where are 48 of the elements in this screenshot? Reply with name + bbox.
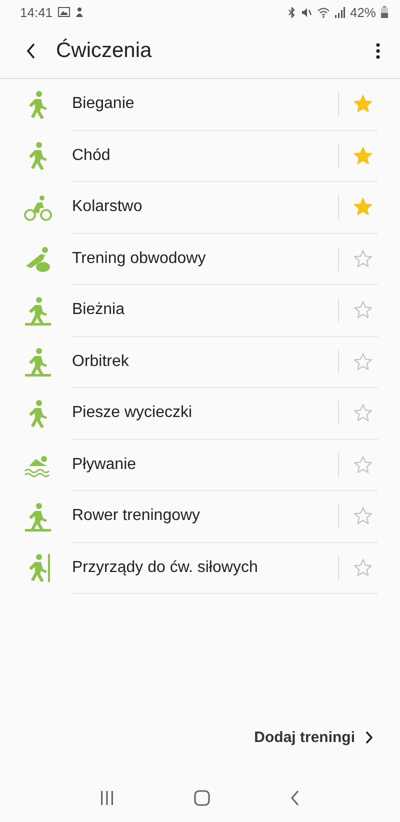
notification-icon	[74, 6, 84, 18]
favorite-star-button[interactable]	[353, 248, 373, 269]
screen-title: Ćwiczenia	[56, 39, 152, 63]
battery-icon	[381, 6, 388, 18]
exercise-name[interactable]: Trening obwodowy	[72, 250, 338, 268]
star-icon	[353, 300, 373, 320]
star-icon	[353, 454, 373, 475]
gallery-icon	[58, 7, 70, 17]
star-icon	[353, 506, 373, 526]
star-icon	[353, 197, 373, 218]
favorite-star-button[interactable]	[353, 146, 373, 166]
favorite-star-button[interactable]	[353, 94, 373, 114]
favorite-star-button[interactable]	[353, 454, 373, 475]
exercise-name[interactable]: Orbitrek	[72, 352, 338, 371]
signal-icon	[334, 6, 345, 18]
star-icon	[353, 94, 373, 114]
back-icon[interactable]	[290, 790, 300, 806]
star-icon	[353, 146, 373, 166]
more-options-icon	[376, 43, 380, 59]
exercise-name[interactable]: Chód	[72, 146, 338, 165]
status-time: 14:41	[20, 4, 53, 20]
recent-apps-icon[interactable]	[100, 791, 114, 805]
favorite-star-button[interactable]	[353, 352, 373, 372]
exercise-name[interactable]: Piesze wycieczki	[72, 404, 338, 422]
star-icon	[353, 352, 373, 372]
star-icon	[353, 403, 373, 424]
favorite-star-button[interactable]	[353, 300, 373, 320]
bluetooth-icon	[288, 6, 296, 18]
exercise-name[interactable]: Kolarstwo	[72, 198, 338, 216]
star-icon	[353, 248, 373, 269]
cyclist-icon	[23, 192, 53, 223]
favorite-star-button[interactable]	[353, 197, 373, 218]
mute-icon	[300, 6, 312, 18]
exercise-name[interactable]: Pływanie	[72, 456, 338, 474]
star-icon	[353, 558, 373, 578]
add-workouts-link[interactable]: Dodaj treningi	[254, 728, 355, 746]
favorite-star-button[interactable]	[353, 558, 373, 578]
exercise-name[interactable]: Bieżnia	[72, 301, 338, 320]
exercise-name[interactable]: Przyrządy do ćw. siłowych	[72, 558, 338, 577]
favorite-star-button[interactable]	[353, 403, 373, 424]
home-icon[interactable]	[194, 790, 210, 806]
treadmill-icon	[23, 296, 53, 326]
exercise-name[interactable]: Bieganie	[72, 95, 338, 114]
chevron-right-icon	[365, 730, 373, 744]
exercise-name[interactable]: Rower treningowy	[72, 507, 338, 526]
favorite-star-button[interactable]	[353, 506, 373, 526]
wifi-icon	[316, 6, 330, 18]
battery-percent: 42%	[350, 4, 376, 20]
